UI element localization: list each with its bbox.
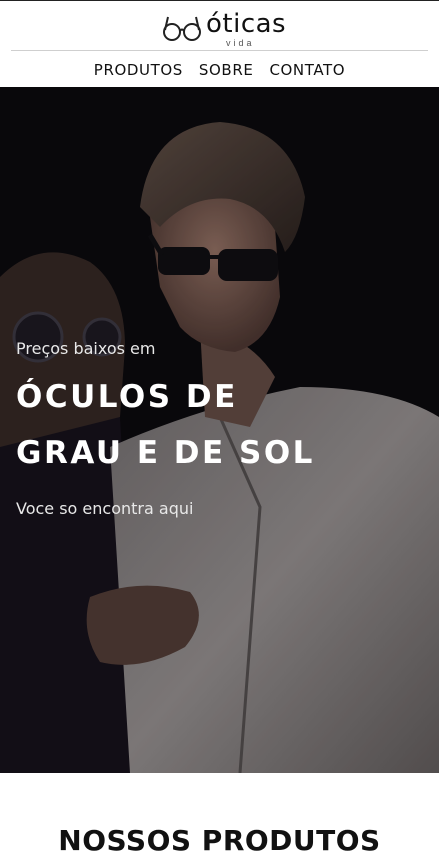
hero-kicker: Preços baixos em [16,339,156,358]
brand-logo[interactable]: óticas vida [162,9,286,48]
nav-item-contato[interactable]: CONTATO [269,59,345,81]
glasses-icon [163,16,201,41]
hero-banner: Preços baixos em ÓCULOS DE GRAU E DE SOL… [0,87,439,773]
hero-image [0,87,439,773]
brand-name: óticas [206,9,287,39]
brand-tagline: vida [226,38,255,48]
hero-subtitle: Voce so encontra aqui [16,499,194,518]
hero-title-line1: ÓCULOS DE [16,379,238,415]
nav-item-produtos[interactable]: PRODUTOS [94,59,183,81]
nav-item-sobre[interactable]: SOBRE [199,59,254,81]
hero-title-line2: GRAU E DE SOL [16,435,315,471]
products-section-title: NOSSOS PRODUTOS [58,824,381,857]
header-divider [11,50,428,51]
main-nav: PRODUTOS SOBRE CONTATO [0,59,439,81]
site-header: óticas vida PRODUTOS SOBRE CONTATO [0,0,439,87]
